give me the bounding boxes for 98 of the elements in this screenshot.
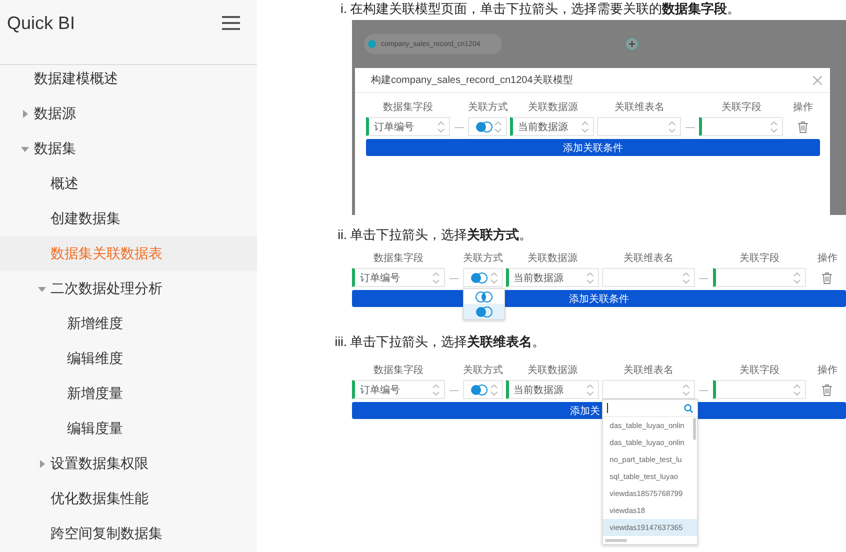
- select-field[interactable]: [712, 380, 806, 399]
- join-type-select[interactable]: [463, 380, 503, 399]
- toggle-icon: [474, 306, 494, 318]
- dash-separator: —: [450, 272, 459, 282]
- list-marker: i.: [340, 0, 347, 18]
- caret-down-icon: [21, 144, 29, 152]
- dash-separator: —: [454, 122, 464, 132]
- trash-icon[interactable]: [822, 272, 832, 284]
- select-field[interactable]: [602, 268, 695, 287]
- select-field[interactable]: [602, 380, 695, 399]
- nav-item[interactable]: 创建数据集: [0, 201, 257, 236]
- sort-icon: [437, 120, 446, 132]
- column-header: 数据集字段: [382, 102, 433, 113]
- caret-right-icon: [21, 110, 29, 118]
- column-header: 关联方式: [462, 253, 503, 264]
- plus-icon: [625, 37, 639, 51]
- trash-icon[interactable]: [798, 120, 808, 132]
- select-field[interactable]: 订单编号: [352, 380, 446, 399]
- join-type-select[interactable]: [468, 117, 508, 136]
- select-field[interactable]: 当前数据源: [506, 380, 599, 399]
- menu-icon[interactable]: [222, 16, 240, 30]
- close-icon[interactable]: [813, 76, 822, 84]
- instruction-text: 单击下拉箭头，选择关联方式。: [350, 226, 532, 244]
- sort-icon: [792, 272, 801, 284]
- nav-item[interactable]: 设置数据集权限: [0, 446, 257, 481]
- column-header: 关联字段: [739, 253, 780, 264]
- nav-item[interactable]: 二次数据处理分析: [0, 271, 257, 306]
- column-header: 关联维表名: [623, 365, 674, 376]
- column-header: 操作: [817, 253, 838, 264]
- select-field[interactable]: 订单编号: [366, 117, 450, 136]
- toggle-icon: [469, 272, 490, 284]
- sort-icon: [586, 272, 594, 284]
- sort-icon: [770, 120, 778, 132]
- nav-item[interactable]: 跨空间复制数据集: [0, 516, 257, 551]
- sort-icon: [586, 384, 594, 396]
- sort-icon: [490, 272, 498, 284]
- column-header: 数据集字段: [373, 253, 424, 264]
- add-condition-button[interactable]: 添加关联条件: [366, 139, 820, 156]
- column-header: 操作: [793, 102, 814, 113]
- column-header: 关联维表名: [623, 253, 674, 264]
- nav-item[interactable]: 数据集: [0, 131, 257, 166]
- column-header: 数据集字段: [373, 365, 424, 376]
- trash-icon[interactable]: [822, 384, 832, 396]
- toggle-icon: [469, 384, 490, 396]
- instruction-text: 单击下拉箭头，选择关联维表名。: [350, 333, 545, 351]
- nav-item[interactable]: 新增维度: [0, 306, 257, 341]
- search-icon: [684, 404, 693, 412]
- select-field[interactable]: 当前数据源: [510, 117, 594, 136]
- nav-item[interactable]: 优化数据集性能: [0, 481, 257, 516]
- column-header: 关联字段: [739, 365, 780, 376]
- sort-icon: [682, 272, 690, 284]
- toggle-icon: [474, 120, 494, 132]
- column-header: 关联维表名: [614, 102, 665, 113]
- column-header: 关联字段: [722, 102, 762, 113]
- select-field[interactable]: [699, 117, 784, 136]
- nav-item[interactable]: 概述: [0, 166, 257, 201]
- sort-icon: [668, 120, 676, 132]
- join-type-select[interactable]: [463, 268, 503, 287]
- dash-separator: —: [686, 122, 695, 132]
- dash-separator: —: [699, 384, 708, 394]
- select-field[interactable]: [597, 117, 682, 136]
- column-header: 关联数据源: [527, 365, 578, 376]
- column-header: 关联数据源: [527, 253, 578, 264]
- column-header: 关联方式: [462, 365, 503, 376]
- dash-separator: —: [699, 272, 708, 282]
- dropdown-option[interactable]: [464, 304, 504, 319]
- scrollbar[interactable]: [604, 539, 627, 542]
- sort-icon: [432, 384, 440, 396]
- column-header: 关联数据源: [528, 102, 578, 113]
- app-title: Quick BI: [7, 12, 76, 34]
- dash-separator: —: [450, 384, 459, 394]
- nav-item[interactable]: 数据建模概述: [0, 61, 257, 96]
- sort-icon: [494, 120, 502, 132]
- toggle-icon: [474, 290, 494, 302]
- search-field[interactable]: [602, 400, 697, 417]
- instruction-text: 在构建关联模型页面，单击下拉箭头，选择需要关联的数据集字段。: [350, 0, 740, 18]
- column-header: 关联方式: [468, 102, 508, 113]
- sort-icon: [432, 272, 440, 284]
- add-condition-button[interactable]: 添加关联条件: [352, 290, 846, 307]
- nav-item[interactable]: 数据源: [0, 96, 257, 131]
- sort-icon: [682, 384, 690, 396]
- sort-icon: [490, 384, 498, 396]
- select-field[interactable]: 订单编号: [352, 268, 446, 287]
- nav-item[interactable]: 编辑维度: [0, 341, 257, 376]
- sort-icon: [792, 384, 801, 396]
- scrollbar[interactable]: [692, 418, 696, 440]
- list-marker: ii.: [336, 226, 347, 244]
- list-marker: iii.: [334, 333, 347, 351]
- caret-right-icon: [38, 460, 46, 468]
- select-field[interactable]: 当前数据源: [506, 268, 599, 287]
- caret-down-icon: [38, 284, 46, 292]
- dot-icon: [368, 40, 376, 48]
- select-field[interactable]: [712, 268, 806, 287]
- nav-item[interactable]: 新增度量: [0, 376, 257, 411]
- modal-title: 构建company_sales_record_cn1204关联模型: [371, 74, 573, 87]
- nav-item[interactable]: 编辑度量: [0, 411, 257, 446]
- column-header: 操作: [817, 365, 838, 376]
- sort-icon: [581, 120, 590, 132]
